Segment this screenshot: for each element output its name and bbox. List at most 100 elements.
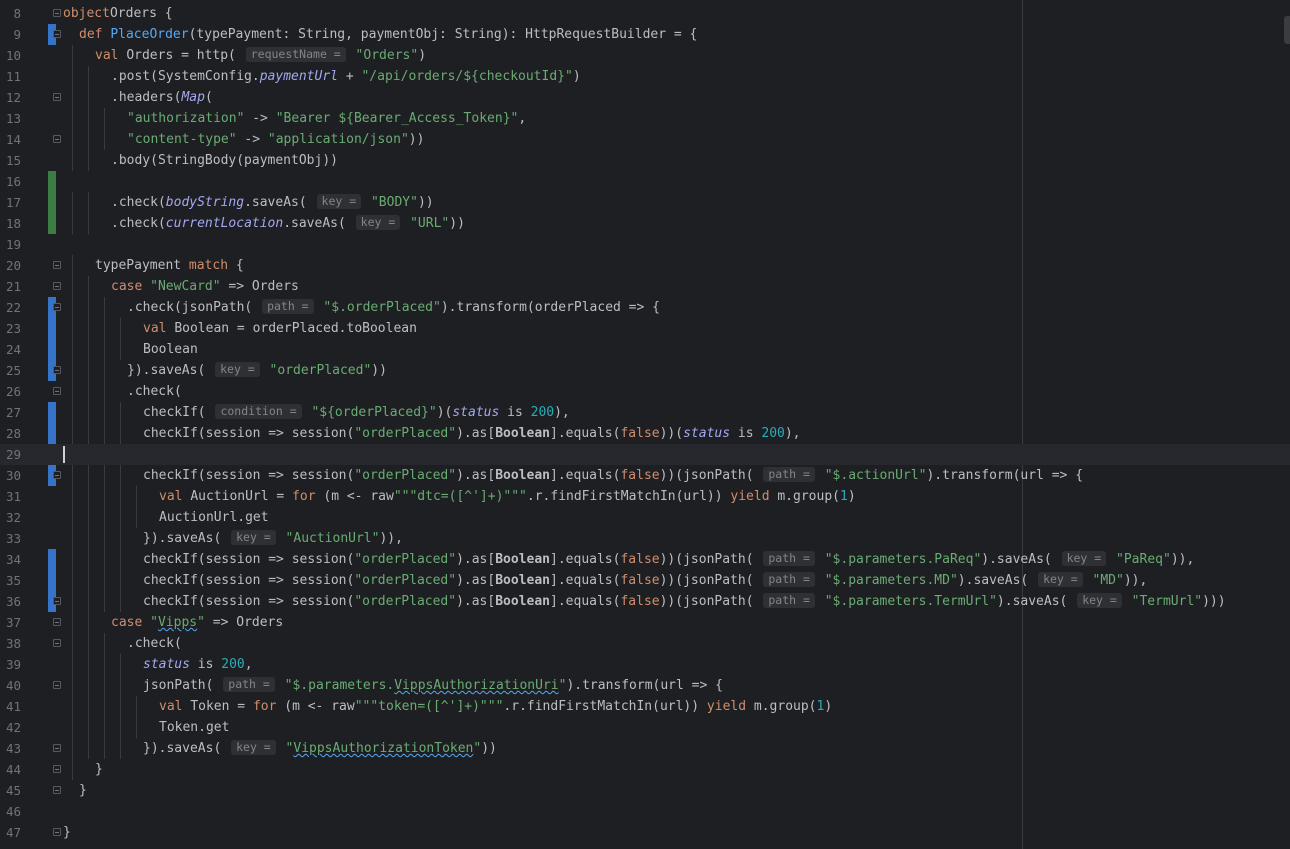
code-line[interactable]: 25}).saveAs( key = "orderPlaced"))	[0, 360, 1290, 381]
code-line[interactable]: 9 def PlaceOrder(typePayment: String, pay…	[0, 24, 1290, 45]
code-line[interactable]: 14 "content-type" -> "application/json"))	[0, 129, 1290, 150]
code-line[interactable]: 12 .headers(Map(	[0, 87, 1290, 108]
fold-toggle-icon[interactable]	[53, 135, 61, 143]
fold-toggle-icon[interactable]	[53, 261, 61, 269]
line-number[interactable]: 23	[0, 318, 21, 339]
fold-toggle-icon[interactable]	[53, 618, 61, 626]
code-line[interactable]: 46	[0, 801, 1290, 822]
line-number[interactable]: 26	[0, 381, 21, 402]
code-text[interactable]: .headers(Map(	[111, 87, 213, 108]
code-text[interactable]: "authorization" -> "Bearer ${Bearer_Acce…	[127, 108, 526, 129]
code-line[interactable]: 36 checkIf(session => session("orderPlace…	[0, 591, 1290, 612]
code-text[interactable]: }	[79, 780, 87, 801]
code-text[interactable]: case "NewCard" => Orders	[111, 276, 299, 297]
code-line[interactable]: 31 val AuctionUrl = for (m <- raw"""dtc=(…	[0, 486, 1290, 507]
vcs-modified-marker[interactable]	[48, 423, 56, 444]
code-line[interactable]: 35 checkIf(session => session("orderPlace…	[0, 570, 1290, 591]
code-line[interactable]: 18 .check(currentLocation.saveAs( key = "…	[0, 213, 1290, 234]
line-number[interactable]: 24	[0, 339, 21, 360]
code-editor[interactable]: 8 objectOrders { 9 def PlaceOrder(typePayme…	[0, 0, 1290, 849]
fold-toggle-icon[interactable]	[53, 30, 61, 38]
code-line[interactable]: 42 Token.get	[0, 717, 1290, 738]
line-number[interactable]: 19	[0, 234, 21, 255]
code-line[interactable]: 24 Boolean	[0, 339, 1290, 360]
fold-toggle-icon[interactable]	[53, 366, 61, 374]
code-text[interactable]: }	[95, 759, 103, 780]
code-text[interactable]: val Token = for (m <- raw"""token=([^']+…	[159, 696, 832, 717]
line-number[interactable]: 18	[0, 213, 21, 234]
code-text[interactable]: val Orders = http( requestName = "Orders…	[95, 45, 426, 66]
line-number[interactable]: 28	[0, 423, 21, 444]
line-number[interactable]: 10	[0, 45, 21, 66]
line-number[interactable]: 27	[0, 402, 21, 423]
line-number[interactable]: 13	[0, 108, 21, 129]
code-text[interactable]: }).saveAs( key = "orderPlaced"))	[127, 360, 387, 381]
line-number[interactable]: 36	[0, 591, 21, 612]
code-text[interactable]: typePayment match {	[95, 255, 244, 276]
code-line[interactable]: 47}	[0, 822, 1290, 843]
line-number[interactable]: 35	[0, 570, 21, 591]
code-line[interactable]: 16	[0, 171, 1290, 192]
code-line[interactable]: 19	[0, 234, 1290, 255]
vcs-modified-marker[interactable]	[48, 318, 56, 339]
line-number[interactable]: 8	[0, 3, 21, 24]
fold-toggle-icon[interactable]	[53, 303, 61, 311]
line-number[interactable]: 11	[0, 66, 21, 87]
code-line[interactable]: 11 .post(SystemConfig.paymentUrl + "/api/…	[0, 66, 1290, 87]
code-line[interactable]: 41 val Token = for (m <- raw"""token=([^'…	[0, 696, 1290, 717]
vcs-modified-marker[interactable]	[48, 402, 56, 423]
fold-toggle-icon[interactable]	[53, 282, 61, 290]
vcs-modified-marker[interactable]	[48, 549, 56, 570]
code-text[interactable]: jsonPath( path = "$.parameters.VippsAuth…	[143, 675, 723, 696]
line-number[interactable]: 9	[0, 24, 21, 45]
fold-toggle-icon[interactable]	[53, 387, 61, 395]
line-number[interactable]: 32	[0, 507, 21, 528]
code-text[interactable]: case "Vipps" => Orders	[111, 612, 283, 633]
line-number[interactable]: 12	[0, 87, 21, 108]
code-line[interactable]: 10 val Orders = http( requestName = "Orde…	[0, 45, 1290, 66]
code-text[interactable]: }	[63, 822, 71, 843]
fold-toggle-icon[interactable]	[53, 786, 61, 794]
line-number[interactable]: 21	[0, 276, 21, 297]
line-number[interactable]: 42	[0, 717, 21, 738]
code-line[interactable]: 20 typePayment match {	[0, 255, 1290, 276]
code-text[interactable]: .check(jsonPath( path = "$.orderPlaced")…	[127, 297, 660, 318]
code-line[interactable]: 23 val Boolean = orderPlaced.toBoolean	[0, 318, 1290, 339]
fold-toggle-icon[interactable]	[53, 9, 61, 17]
code-line[interactable]: 34 checkIf(session => session("orderPlace…	[0, 549, 1290, 570]
code-line[interactable]: 13 "authorization" -> "Bearer ${Bearer_Ac…	[0, 108, 1290, 129]
code-line[interactable]: 44}	[0, 759, 1290, 780]
code-text[interactable]: }).saveAs( key = "AuctionUrl")),	[143, 528, 403, 549]
code-text[interactable]: objectOrders {	[63, 3, 173, 24]
code-text[interactable]: checkIf(session => session("orderPlaced"…	[143, 549, 1194, 570]
fold-toggle-icon[interactable]	[53, 597, 61, 605]
code-line[interactable]: 30 checkIf(session => session("orderPlace…	[0, 465, 1290, 486]
code-line[interactable]: 15 .body(StringBody(paymentObj))	[0, 150, 1290, 171]
code-line[interactable]: 32 AuctionUrl.get	[0, 507, 1290, 528]
code-text[interactable]: def PlaceOrder(typePayment: String, paym…	[79, 24, 697, 45]
vcs-added-marker[interactable]	[48, 213, 56, 234]
code-text[interactable]: .check(	[127, 381, 182, 402]
code-text[interactable]: checkIf( condition = "${orderPlaced}")(s…	[143, 402, 570, 423]
fold-toggle-icon[interactable]	[53, 744, 61, 752]
line-number[interactable]: 33	[0, 528, 21, 549]
code-text[interactable]: Token.get	[159, 717, 229, 738]
code-line[interactable]: 37 case "Vipps" => Orders	[0, 612, 1290, 633]
code-text[interactable]: Boolean	[143, 339, 198, 360]
vcs-added-marker[interactable]	[48, 192, 56, 213]
code-text[interactable]: AuctionUrl.get	[159, 507, 269, 528]
code-line[interactable]: 28 checkIf(session => session("orderPlace…	[0, 423, 1290, 444]
code-line[interactable]: 17 .check(bodyString.saveAs( key = "BODY"…	[0, 192, 1290, 213]
vcs-modified-marker[interactable]	[48, 570, 56, 591]
line-number[interactable]: 43	[0, 738, 21, 759]
line-number[interactable]: 16	[0, 171, 21, 192]
code-text[interactable]: .post(SystemConfig.paymentUrl + "/api/or…	[111, 66, 581, 87]
line-number[interactable]: 37	[0, 612, 21, 633]
line-number[interactable]: 44	[0, 759, 21, 780]
code-line[interactable]: 26 .check(	[0, 381, 1290, 402]
code-text[interactable]: checkIf(session => session("orderPlaced"…	[143, 465, 1083, 486]
code-text[interactable]: checkIf(session => session("orderPlaced"…	[143, 591, 1226, 612]
code-line[interactable]: 43}).saveAs( key = "VippsAuthorizationTo…	[0, 738, 1290, 759]
line-number[interactable]: 29	[0, 444, 21, 465]
line-number[interactable]: 45	[0, 780, 21, 801]
